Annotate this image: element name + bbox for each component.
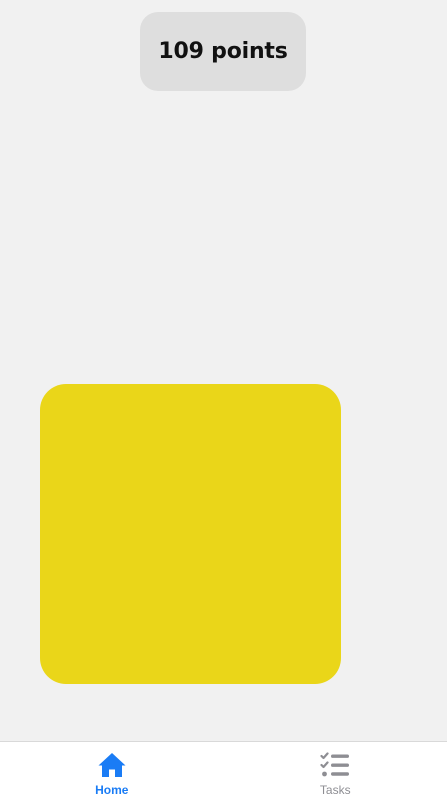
points-badge: 109 points [140,12,306,91]
yellow-square[interactable] [40,384,341,684]
tab-bar: Home Tasks [0,741,447,799]
tab-tasks[interactable]: Tasks [224,742,447,799]
tab-tasks-label: Tasks [319,783,351,797]
tab-home-label: Home [95,783,129,797]
tasks-list-icon [320,752,350,777]
points-label: 109 points [158,39,288,64]
home-icon [98,753,126,777]
screen: 109 points Home Tasks [0,0,447,799]
tab-home[interactable]: Home [0,742,224,799]
